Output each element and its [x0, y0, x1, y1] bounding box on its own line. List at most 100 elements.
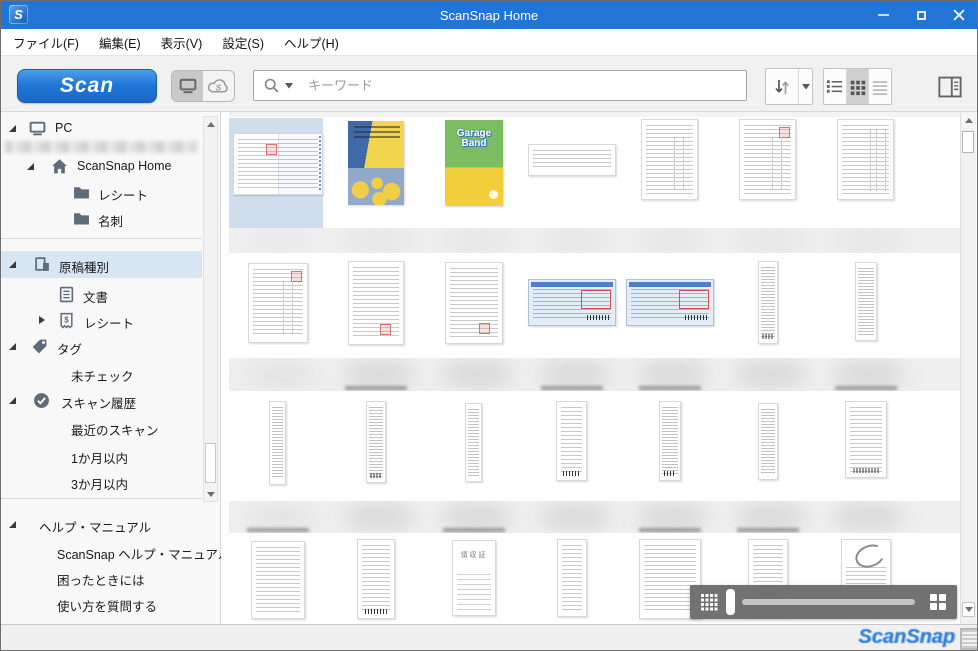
title-bar[interactable]: S ScanSnap Home	[1, 1, 977, 29]
sidebar-item[interactable]: 最近のスキャン	[1, 416, 202, 440]
menu-item-5[interactable]: ヘルプ(H)	[274, 33, 349, 52]
sidebar-item[interactable]: タグ	[1, 335, 202, 359]
sidebar-item[interactable]: 原稿種別	[1, 251, 202, 278]
redacted-caption	[639, 528, 701, 532]
thumbnail-texture	[272, 407, 283, 479]
thumbnail-receipt[interactable]	[845, 401, 887, 478]
thumbnail-invoice[interactable]	[248, 263, 308, 343]
sidebar-item[interactable]: 使い方を質問する	[1, 592, 202, 616]
large-thumbnails-icon[interactable]	[929, 593, 947, 611]
detail-panel-toggle-button[interactable]	[937, 74, 963, 100]
thumbnail-receipt[interactable]	[556, 401, 587, 481]
sidebar-item[interactable]: ScanSnap ヘルプ・マニュアル	[1, 540, 202, 564]
redacted-caption	[345, 386, 407, 390]
sidebar-item[interactable]: ヘルプ・マニュアル	[1, 513, 202, 537]
content-scrollbar-thumb[interactable]	[962, 131, 974, 153]
minimize-button[interactable]	[875, 7, 891, 23]
thumbnail-receipt-thin[interactable]	[758, 403, 778, 480]
collapse-triangle-icon[interactable]	[39, 316, 45, 324]
sidebar-item[interactable]: レシート	[1, 181, 202, 205]
thumbnail-invoice[interactable]	[641, 119, 698, 200]
thumbnail-receipt-thin[interactable]	[269, 401, 286, 485]
sidebar-item[interactable]: $レシート	[1, 309, 202, 333]
thumbnail-receipt[interactable]	[251, 541, 305, 619]
thumbnail-receipt-doc[interactable]	[348, 261, 404, 345]
sort-dropdown-button[interactable]	[799, 69, 812, 104]
blur-blob	[343, 231, 415, 250]
blur-blob	[637, 231, 709, 250]
scroll-down-icon[interactable]	[204, 487, 217, 501]
search-filter-caret[interactable]	[285, 83, 293, 89]
monitor-icon	[29, 120, 46, 137]
search-input[interactable]	[298, 77, 746, 94]
thumbnail-texture	[468, 409, 479, 476]
zoom-slider-handle[interactable]	[726, 589, 735, 615]
scan-to-pc-button[interactable]	[172, 71, 203, 101]
thumbnail-bluecard[interactable]	[626, 279, 714, 326]
thumbnail-receipt-thin[interactable]	[659, 401, 681, 481]
thumbnail-receipt-doc[interactable]	[445, 262, 503, 344]
thumbnail-docspread[interactable]	[233, 133, 323, 195]
scroll-up-icon[interactable]	[204, 117, 217, 131]
thumbnail-receipt[interactable]	[557, 539, 587, 617]
sidebar-item-label: 困ったときには	[57, 570, 145, 589]
expand-triangle-icon[interactable]	[9, 261, 16, 268]
sidebar-item[interactable]: スキャン履歴	[1, 389, 202, 413]
menu-item-3[interactable]: 表示(V)	[151, 33, 213, 52]
expand-triangle-icon[interactable]	[9, 521, 16, 528]
zoom-slider-track[interactable]	[742, 599, 915, 605]
thumbnail-receipt-wide[interactable]	[528, 144, 616, 176]
menu-item-1[interactable]: ファイル(F)	[3, 33, 89, 52]
blur-blob	[441, 505, 513, 529]
thumbnail-cert[interactable]: 領収証	[452, 540, 496, 616]
scroll-down-icon[interactable]	[962, 602, 975, 617]
thumbnail-receipt-thin[interactable]	[465, 403, 482, 482]
sidebar-item[interactable]: 未チェック	[1, 362, 202, 386]
thumbnail-receipt-thin[interactable]	[855, 262, 877, 341]
sidebar-scrollbar[interactable]	[203, 116, 218, 502]
small-thumbnails-icon[interactable]	[700, 593, 718, 611]
sidebar-item[interactable]: PC	[1, 117, 202, 141]
sidebar-scrollbar-thumb[interactable]	[205, 443, 216, 483]
content-scrollbar[interactable]	[960, 112, 976, 626]
sidebar-item[interactable]: ScanSnap Home	[1, 155, 202, 179]
scansnap-home-window: S ScanSnap Home ファイル(F)編集(E)表示(V)設定(S)ヘル…	[0, 0, 978, 651]
barcode-mark	[563, 471, 581, 476]
blur-blob	[735, 231, 807, 250]
thumbnail-texture	[644, 545, 696, 613]
expand-triangle-icon[interactable]	[27, 163, 34, 170]
menu-item-2[interactable]: 編集(E)	[89, 33, 151, 52]
sidebar-item[interactable]: 名刺	[1, 207, 202, 231]
thumbnail-invoice[interactable]	[739, 119, 796, 200]
menu-item-4[interactable]: 設定(S)	[212, 33, 274, 52]
thumbnail-receipt-thin[interactable]	[366, 401, 386, 483]
expand-triangle-icon[interactable]	[9, 343, 16, 350]
barcode-mark	[370, 473, 381, 478]
thumbnail-invoice-cols[interactable]	[837, 119, 894, 200]
thumbnail-zoom-slider	[690, 585, 957, 619]
thumbnail-receipt-thin[interactable]	[758, 261, 778, 344]
detail-view-button[interactable]	[869, 69, 891, 104]
red-stamp-mark	[779, 127, 790, 138]
thumbnail-book-garage[interactable]: Garage Band	[445, 120, 503, 206]
grid-view-button[interactable]	[847, 69, 870, 104]
sidebar-item-label: 未チェック	[71, 366, 134, 385]
sidebar-item[interactable]: 3か月以内	[1, 470, 202, 494]
sidebar-item[interactable]: 文書	[1, 283, 202, 307]
thumbnail-book-yellow[interactable]	[348, 121, 404, 205]
scan-button[interactable]: Scan	[17, 69, 157, 103]
scroll-up-icon[interactable]	[962, 113, 975, 128]
expand-triangle-icon[interactable]	[9, 125, 16, 132]
list-view-button[interactable]	[824, 69, 847, 104]
sidebar-item[interactable]: 1か月以内	[1, 444, 202, 468]
close-button[interactable]	[951, 7, 967, 23]
thumbnail-bluecard[interactable]	[528, 279, 616, 326]
scan-to-cloud-button[interactable]: S	[203, 71, 234, 101]
thumbnail-receipt[interactable]	[357, 539, 395, 619]
sort-order-button[interactable]	[766, 69, 799, 104]
maximize-button[interactable]	[913, 7, 929, 23]
document-icon	[58, 286, 75, 303]
expand-triangle-icon[interactable]	[9, 397, 16, 404]
sidebar-item[interactable]: 困ったときには	[1, 566, 202, 590]
red-stamp-mark	[291, 271, 302, 282]
